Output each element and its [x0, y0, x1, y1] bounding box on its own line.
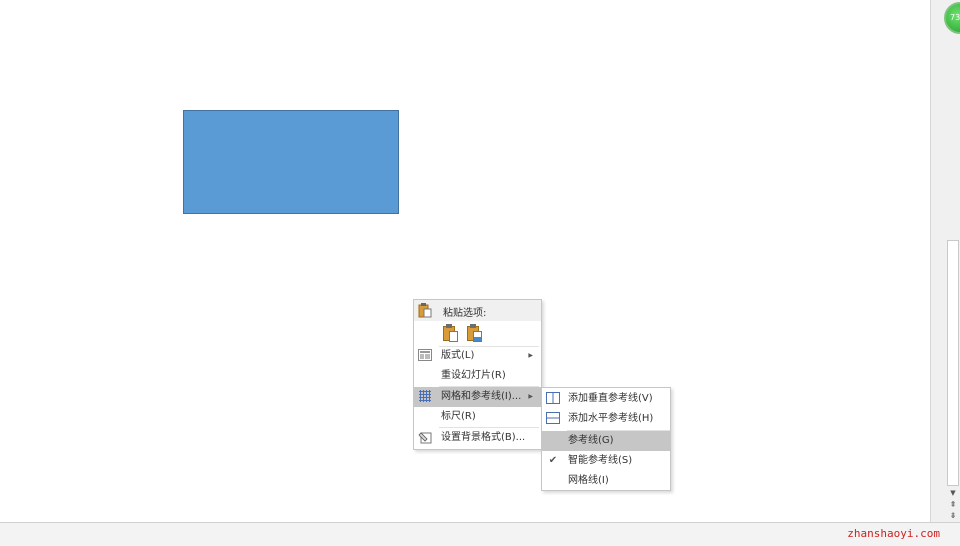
menu-item-label: 添加垂直参考线(V) — [568, 393, 653, 404]
context-menu: 粘贴选项: 版式(L) ▶ 重设幻灯片(R) 网格和参考线(I)... ▶ 标尺… — [413, 299, 542, 450]
horizontal-guide-icon — [546, 412, 560, 426]
menu-item-add-vertical-guide[interactable]: 添加垂直参考线(V) — [542, 389, 670, 409]
blue-rectangle-shape[interactable] — [183, 110, 399, 214]
menu-item-add-horizontal-guide[interactable]: 添加水平参考线(H) — [542, 409, 670, 429]
scrollbar-thumb[interactable] — [947, 240, 959, 486]
menu-item-label: 智能参考线(S) — [568, 455, 633, 466]
menu-item-label: 版式(L) — [441, 350, 475, 361]
menu-item-label: 重设幻灯片(R) — [441, 370, 506, 381]
vertical-guide-icon — [546, 392, 560, 406]
menu-item-reset-slide[interactable]: 重设幻灯片(R) — [414, 366, 541, 386]
menu-item-ruler[interactable]: 标尺(R) — [414, 407, 541, 427]
menu-item-layout[interactable]: 版式(L) ▶ — [414, 346, 541, 366]
menu-item-label: 网格和参考线(I)... — [441, 391, 522, 402]
status-bar: zhanshaoyi.com — [0, 522, 960, 546]
menu-item-guides[interactable]: 参考线(G) — [542, 431, 670, 451]
submenu-arrow-icon: ▶ — [528, 393, 533, 400]
badge-count: 73 — [950, 13, 960, 22]
menu-item-gridlines[interactable]: 网格线(I) — [542, 471, 670, 491]
clipboard-icon — [418, 303, 432, 318]
menu-item-label: 标尺(R) — [441, 411, 476, 422]
layout-icon — [418, 349, 432, 363]
watermark-text: zhanshaoyi.com — [847, 527, 940, 540]
submenu-arrow-icon: ▶ — [528, 352, 533, 359]
paste-keep-source-formatting-button[interactable] — [440, 323, 460, 343]
format-background-icon — [418, 431, 432, 445]
paste-options-header: 粘贴选项: — [414, 300, 541, 321]
paste-as-picture-button[interactable] — [464, 323, 484, 343]
menu-item-label: 参考线(G) — [568, 435, 614, 446]
document-icon — [449, 331, 458, 342]
next-slide-icon[interactable]: ⇟ — [946, 511, 960, 521]
menu-item-label: 添加水平参考线(H) — [568, 413, 654, 424]
menu-item-label: 设置背景格式(B)... — [441, 432, 526, 443]
scroll-down-arrow-icon[interactable]: ▼ — [947, 488, 959, 498]
menu-item-grid-and-guides[interactable]: 网格和参考线(I)... ▶ — [414, 387, 541, 407]
paste-options-label: 粘贴选项: — [443, 308, 487, 319]
previous-slide-icon[interactable]: ⇞ — [946, 500, 960, 510]
menu-item-label: 网格线(I) — [568, 475, 609, 486]
grid-icon — [418, 390, 432, 404]
menu-item-format-background[interactable]: 设置背景格式(B)... — [414, 428, 541, 448]
checkmark-icon: ✔ — [548, 455, 558, 466]
menu-item-smart-guides[interactable]: ✔ 智能参考线(S) — [542, 451, 670, 471]
grid-and-guides-submenu: 添加垂直参考线(V) 添加水平参考线(H) 参考线(G) ✔ 智能参考线(S) … — [541, 387, 671, 491]
